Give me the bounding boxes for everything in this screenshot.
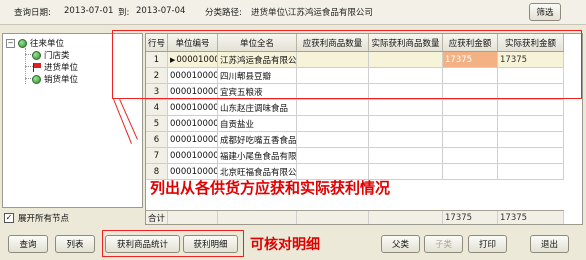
- annotation-main: 列出从各供货方应获和实际获利情况: [150, 179, 391, 197]
- tree-node-label: 销货单位: [44, 75, 79, 85]
- total-blank: [297, 211, 369, 224]
- cell-exp-amt: [443, 100, 498, 115]
- annotation-detail: 可核对明细: [250, 237, 320, 253]
- tree-node-suppliers[interactable]: 进货单位: [32, 61, 78, 73]
- flag-icon: [32, 62, 41, 72]
- header-bar: 查询日期: 2013-07-01 到: 2013-07-04 分类路径: 进货单…: [0, 0, 586, 25]
- child-button[interactable]: 子类: [424, 235, 463, 253]
- row-number: 7: [146, 148, 168, 163]
- cell-act-qty: [369, 116, 443, 131]
- cell-act-amt: [498, 116, 564, 131]
- globe-icon: [32, 74, 41, 84]
- total-blank: [369, 211, 443, 224]
- row-number: 4: [146, 100, 168, 115]
- tree-node-label: 往来单位: [30, 39, 65, 49]
- globe-icon: [32, 50, 41, 60]
- cell-exp-amt: [443, 148, 498, 163]
- tree-node-label: 门店类: [44, 51, 70, 61]
- cell-act-qty: [369, 132, 443, 147]
- collapse-icon[interactable]: −: [6, 38, 15, 48]
- cell-code: 0000100005: [168, 116, 218, 131]
- category-path-label: 分类路径:: [205, 8, 242, 18]
- date-to[interactable]: 2013-07-04: [136, 6, 185, 16]
- total-exp-amt: 17375: [443, 211, 498, 224]
- parent-button[interactable]: 父类: [381, 235, 420, 253]
- total-blank: [168, 211, 218, 224]
- total-act-amt: 17375: [498, 211, 564, 224]
- table-row[interactable]: 4 0000100004 山东赵庄调味食品: [146, 100, 564, 116]
- cell-act-qty: [369, 100, 443, 115]
- cell-exp-qty: [297, 116, 369, 131]
- report-window: 查询日期: 2013-07-01 到: 2013-07-04 分类路径: 进货单…: [0, 0, 586, 260]
- tree-node-label: 进货单位: [44, 63, 79, 73]
- annotation-box-table: [112, 30, 582, 99]
- tree-node-root[interactable]: − 往来单位: [6, 37, 64, 49]
- cell-name: 自贡盐业: [218, 116, 297, 131]
- table-row[interactable]: 5 0000100005 自贡盐业: [146, 116, 564, 132]
- total-row: 合计 17375 17375: [146, 210, 564, 224]
- print-button[interactable]: 打印: [468, 235, 507, 253]
- exit-button[interactable]: 退出: [530, 235, 569, 253]
- cell-code: 0000100004: [168, 100, 218, 115]
- query-button[interactable]: 查询: [8, 235, 48, 253]
- cell-exp-amt: [443, 132, 498, 147]
- query-date-label: 查询日期:: [14, 8, 51, 18]
- profit-detail-button[interactable]: 获利明细: [183, 235, 238, 253]
- to-label: 到:: [118, 8, 130, 18]
- category-path: 进货单位\江苏鸿运食品有限公司: [251, 8, 373, 18]
- profit-stats-button[interactable]: 获利商品统计: [105, 235, 180, 253]
- globe-icon: [18, 38, 27, 48]
- tree-node-customers[interactable]: 销货单位: [32, 73, 78, 85]
- cell-exp-qty: [297, 132, 369, 147]
- filter-button[interactable]: 筛选: [529, 3, 561, 21]
- date-from[interactable]: 2013-07-01: [64, 6, 113, 16]
- cell-exp-amt: [443, 164, 498, 179]
- row-number: 5: [146, 116, 168, 131]
- cell-exp-qty: [297, 100, 369, 115]
- cell-act-amt: [498, 100, 564, 115]
- row-number: 6: [146, 132, 168, 147]
- list-button[interactable]: 列表: [55, 235, 95, 253]
- cell-act-qty: [369, 148, 443, 163]
- expand-all-toggle[interactable]: ✓ 展开所有节点: [4, 212, 69, 224]
- checkbox-checked-icon[interactable]: ✓: [4, 213, 14, 223]
- cell-name: 成都好吃嘴五香食品: [218, 132, 297, 147]
- cell-act-amt: [498, 132, 564, 147]
- total-blank: [218, 211, 297, 224]
- cell-name: 山东赵庄调味食品: [218, 100, 297, 115]
- total-label: 合计: [146, 211, 168, 224]
- table-row[interactable]: 6 0000100006 成都好吃嘴五香食品: [146, 132, 564, 148]
- cell-act-amt: [498, 164, 564, 179]
- table-row[interactable]: 7 0000100007 福建小尾鱼食品有限: [146, 148, 564, 164]
- cell-code: 0000100007: [168, 148, 218, 163]
- cell-code: 0000100006: [168, 132, 218, 147]
- cell-act-amt: [498, 148, 564, 163]
- cell-exp-amt: [443, 116, 498, 131]
- tree-node-stores[interactable]: 门店类: [32, 49, 70, 61]
- cell-exp-qty: [297, 148, 369, 163]
- expand-all-label: 展开所有节点: [18, 214, 70, 224]
- cell-name: 福建小尾鱼食品有限: [218, 148, 297, 163]
